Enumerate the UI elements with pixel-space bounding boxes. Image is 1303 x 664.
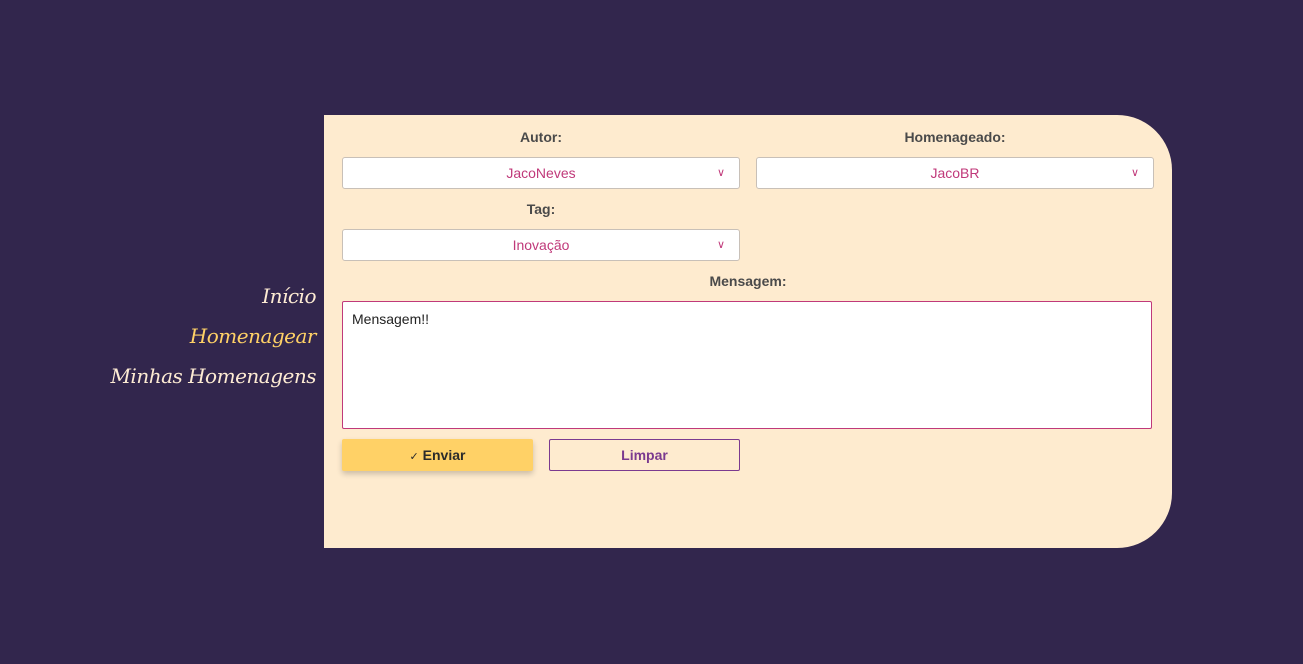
chevron-down-icon: ∨: [716, 239, 725, 251]
tag-label: Tag:: [526, 201, 556, 217]
autor-value: JacoNeves: [506, 165, 576, 181]
nav-homenagear[interactable]: Homenagear: [110, 316, 317, 356]
mensagem-textarea[interactable]: Mensagem!!: [342, 301, 1152, 429]
tag-value: Inovação: [512, 237, 570, 253]
homenageado-select[interactable]: JacoBR ∨: [756, 157, 1154, 189]
nav-minhas-homenagens[interactable]: Minhas Homenagens: [110, 356, 316, 396]
homenageado-label: Homenageado:: [904, 129, 1006, 145]
autor-label: Autor:: [520, 129, 562, 145]
nav-inicio[interactable]: Início: [110, 276, 316, 316]
check-icon: ✓: [409, 451, 419, 463]
enviar-button[interactable]: ✓ Enviar: [342, 439, 533, 471]
autor-select[interactable]: JacoNeves ∨: [342, 157, 740, 189]
homenagem-form: Autor: JacoNeves ∨ Homenageado: JacoBR ∨…: [324, 115, 1172, 548]
tag-select[interactable]: Inovação ∨: [342, 229, 740, 261]
enviar-label: Enviar: [422, 447, 466, 463]
main-nav: Início Homenagear Minhas Homenagens: [110, 276, 316, 396]
limpar-button[interactable]: Limpar: [549, 439, 740, 471]
mensagem-label: Mensagem:: [709, 273, 787, 289]
chevron-down-icon: ∨: [716, 167, 725, 179]
chevron-down-icon: ∨: [1130, 167, 1139, 179]
homenageado-value: JacoBR: [930, 165, 980, 181]
